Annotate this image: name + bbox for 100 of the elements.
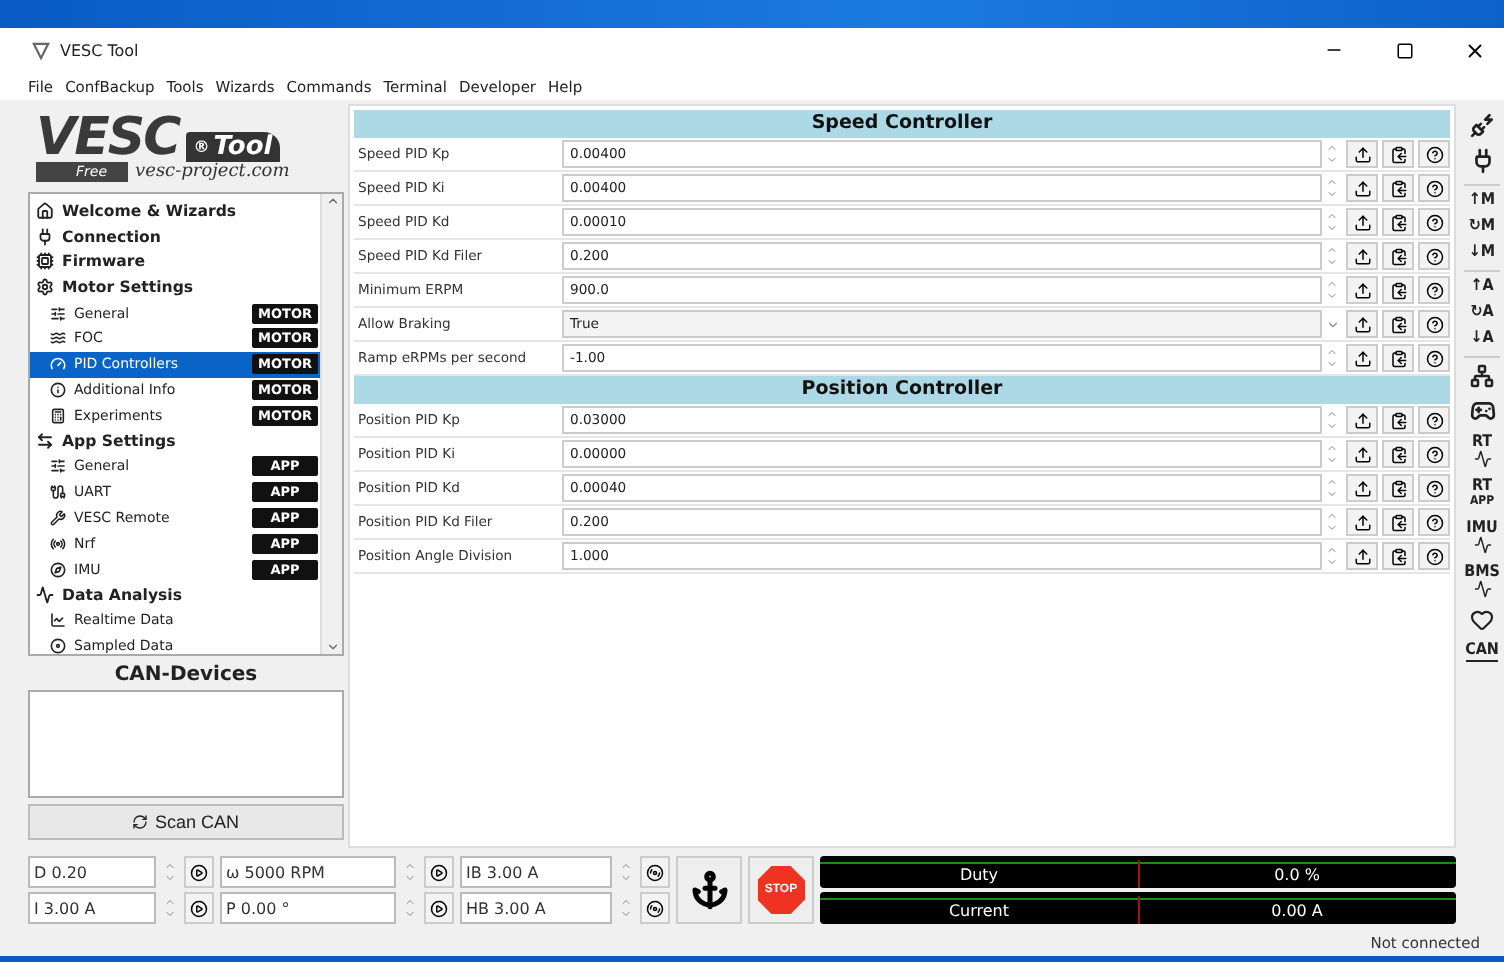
wave-icon [36, 585, 54, 604]
write-button[interactable] [1346, 508, 1378, 536]
plug-icon [1469, 112, 1495, 138]
help-icon [1425, 179, 1443, 197]
help-icon [1425, 445, 1443, 463]
wave-icon [1473, 450, 1491, 468]
write-button[interactable] [1346, 310, 1378, 338]
toolbar-button[interactable]: ↓A [1464, 330, 1500, 346]
write-button[interactable] [1346, 276, 1378, 304]
write-button[interactable] [1346, 406, 1378, 434]
default-button[interactable] [1382, 208, 1414, 236]
default-button[interactable] [1382, 310, 1414, 338]
default-button[interactable] [1382, 474, 1414, 502]
control-field[interactable]: P 0.00 ° [220, 892, 396, 924]
section-header: Speed Controller [354, 110, 1450, 138]
run-button[interactable] [424, 892, 454, 924]
gauge-label: Duty [957, 864, 1001, 888]
help-icon [1425, 247, 1443, 265]
help-icon [1425, 315, 1443, 333]
cable-icon [50, 484, 66, 501]
help-button[interactable] [1418, 242, 1450, 270]
toolbar-button[interactable]: ↑M [1464, 192, 1500, 208]
control-field[interactable]: ω 5000 RPM [220, 856, 396, 888]
gauge-reading: 0.0 % [1272, 864, 1322, 888]
clipboard-icon [1389, 213, 1407, 231]
home-icon [36, 201, 54, 220]
control-field[interactable]: I 3.00 A [28, 892, 156, 924]
control-field[interactable]: D 0.20 [28, 856, 156, 888]
upload-icon [1353, 411, 1371, 429]
disc-icon [50, 637, 66, 654]
gauge-reading: 0.00 A [1269, 900, 1325, 924]
default-button[interactable] [1382, 542, 1414, 570]
control-field[interactable]: HB 3.00 A [460, 892, 612, 924]
write-button[interactable] [1346, 542, 1378, 570]
upload-icon [1353, 247, 1371, 265]
default-button[interactable] [1382, 344, 1414, 372]
help-button[interactable] [1418, 140, 1450, 168]
wrench-icon [50, 509, 66, 526]
anchor-button[interactable] [676, 856, 742, 924]
run-button[interactable] [184, 856, 214, 888]
help-button[interactable] [1418, 406, 1450, 434]
control-field[interactable]: IB 3.00 A [460, 856, 612, 888]
write-button[interactable] [1346, 242, 1378, 270]
default-button[interactable] [1382, 276, 1414, 304]
anchor-icon [689, 870, 729, 910]
toolbar-button[interactable]: IMU [1464, 520, 1500, 554]
write-button[interactable] [1346, 440, 1378, 468]
help-icon [1425, 281, 1443, 299]
help-button[interactable] [1418, 208, 1450, 236]
help-button[interactable] [1418, 276, 1450, 304]
write-button[interactable] [1346, 474, 1378, 502]
gamepad-icon [1469, 398, 1495, 424]
toolbar-button[interactable]: ↻M [1464, 218, 1500, 234]
info-icon [50, 381, 66, 398]
default-button[interactable] [1382, 508, 1414, 536]
scrollbar[interactable] [320, 194, 342, 654]
write-button[interactable] [1346, 174, 1378, 202]
run-button[interactable] [424, 856, 454, 888]
clipboard-icon [1389, 411, 1407, 429]
help-icon [1425, 513, 1443, 531]
clipboard-icon [1389, 315, 1407, 333]
help-button[interactable] [1418, 310, 1450, 338]
brake-button[interactable] [640, 856, 670, 888]
default-button[interactable] [1382, 140, 1414, 168]
toolbar-button[interactable]: BMS [1464, 564, 1500, 598]
default-button[interactable] [1382, 242, 1414, 270]
run-button[interactable] [184, 892, 214, 924]
coil-icon [50, 330, 66, 347]
calculator-icon [50, 407, 66, 424]
chart-icon [50, 612, 66, 629]
help-button[interactable] [1418, 474, 1450, 502]
default-button[interactable] [1382, 406, 1414, 434]
toolbar-button[interactable]: ↑A [1464, 278, 1500, 294]
help-button[interactable] [1418, 344, 1450, 372]
brake-button[interactable] [640, 892, 670, 924]
scroll-down-icon [325, 640, 339, 654]
help-icon [1425, 479, 1443, 497]
help-button[interactable] [1418, 508, 1450, 536]
toolbar-button[interactable]: ↓M [1464, 244, 1500, 260]
upload-icon [1353, 513, 1371, 531]
sliders-icon [50, 458, 66, 475]
heart-icon [1470, 608, 1494, 632]
help-button[interactable] [1418, 542, 1450, 570]
section-title: CAN-Devices [112, 662, 260, 690]
toolbar-button[interactable]: CAN [1464, 642, 1500, 662]
upload-icon [1353, 315, 1371, 333]
clipboard-icon [1389, 513, 1407, 531]
radio-icon [50, 535, 66, 552]
scan-can-button[interactable]: Scan CAN [28, 804, 344, 840]
help-button[interactable] [1418, 440, 1450, 468]
default-button[interactable] [1382, 174, 1414, 202]
upload-icon [1353, 145, 1371, 163]
toolbar-button[interactable]: ↻A [1464, 304, 1500, 320]
default-button[interactable] [1382, 440, 1414, 468]
gear-icon [36, 278, 54, 297]
help-button[interactable] [1418, 174, 1450, 202]
toolbar-button[interactable]: RT [1464, 434, 1500, 468]
write-button[interactable] [1346, 208, 1378, 236]
write-button[interactable] [1346, 140, 1378, 168]
write-button[interactable] [1346, 344, 1378, 372]
